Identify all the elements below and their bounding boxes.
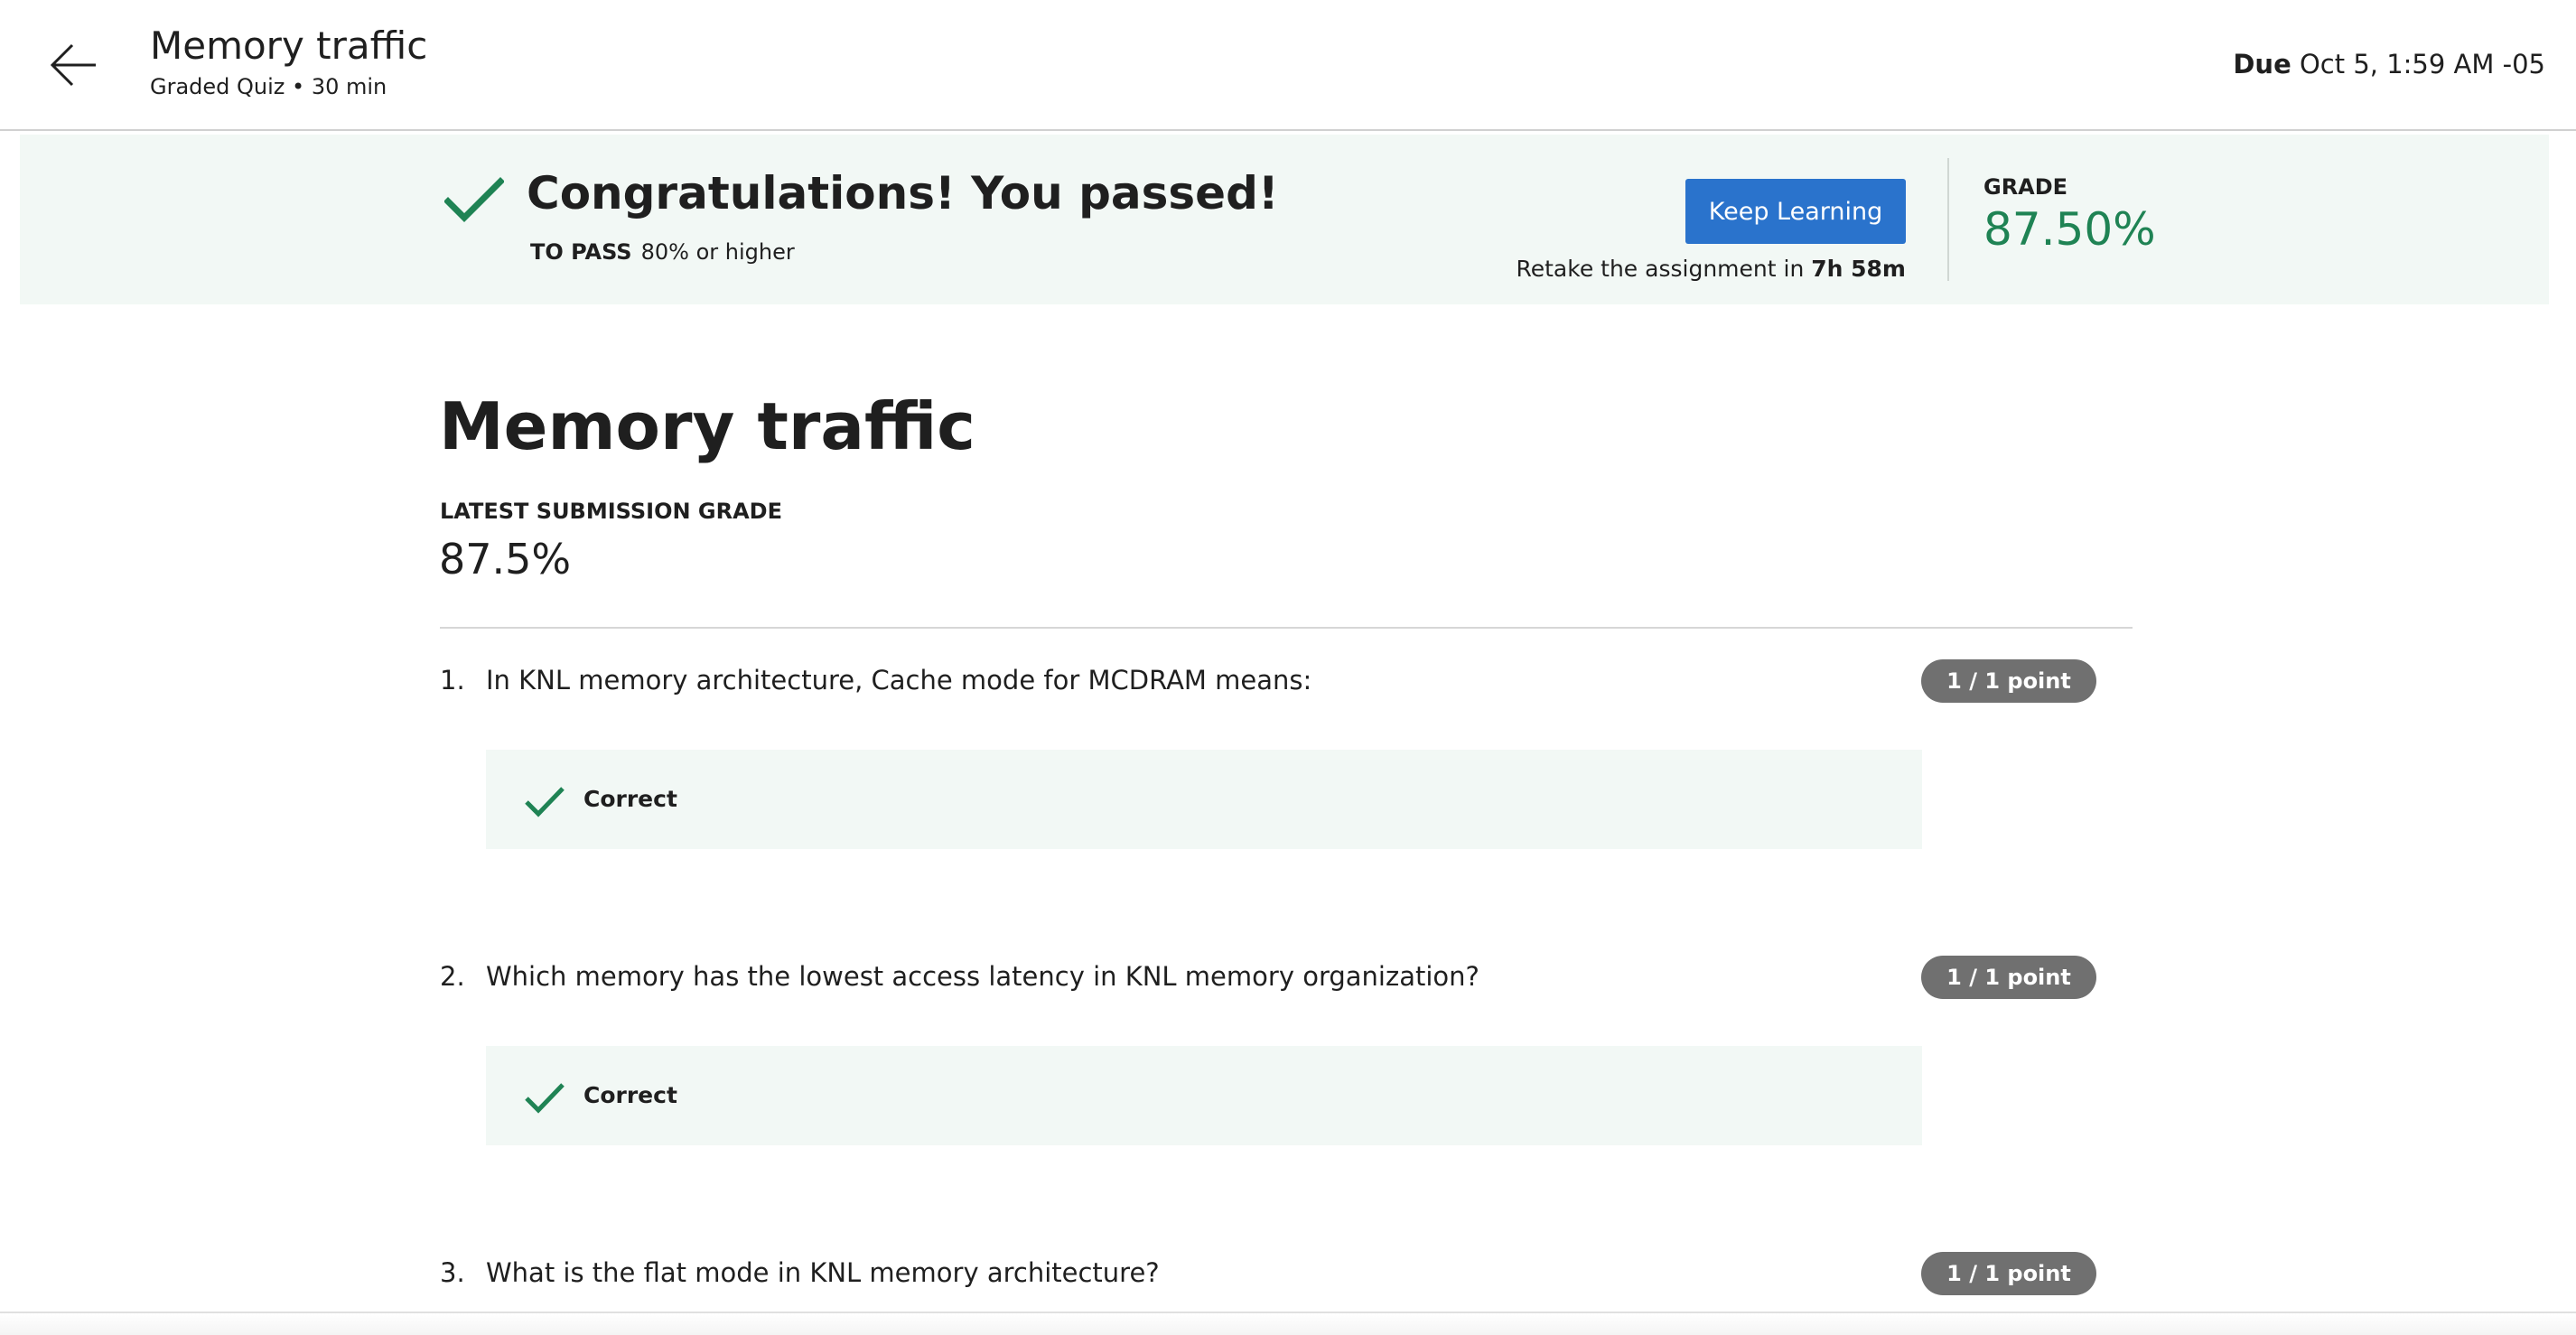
pass-banner: Congratulations! You passed! TO PASS 80% … <box>20 135 2549 304</box>
page-title: Memory traffic <box>439 388 975 464</box>
latest-submission-label: LATEST SUBMISSION GRADE <box>440 499 782 524</box>
due-date: Due Oct 5, 1:59 AM -05 <box>2233 49 2545 79</box>
due-value: Oct 5, 1:59 AM -05 <box>2299 49 2545 79</box>
question-number: 2. <box>440 961 465 992</box>
content-divider <box>440 627 2133 629</box>
retake-info: Retake the assignment in 7h 58m <box>1517 256 1907 282</box>
points-badge: 1 / 1 point <box>1921 659 2096 703</box>
header-subtitle: Graded Quiz • 30 min <box>150 74 387 99</box>
checkmark-icon <box>524 1080 565 1115</box>
feedback-correct: Correct <box>486 1046 1922 1145</box>
grade-value: 87.50% <box>1983 203 2156 256</box>
feedback-correct: Correct <box>486 750 1922 849</box>
top-header: Memory traffic Graded Quiz • 30 min Due … <box>0 0 2576 131</box>
scroll-edge <box>0 1312 2576 1335</box>
to-pass-value: 80% or higher <box>640 239 795 265</box>
to-pass-requirement: TO PASS 80% or higher <box>530 239 795 265</box>
retake-prefix: Retake the assignment in <box>1516 256 1805 282</box>
question-text: In KNL memory architecture, Cache mode f… <box>486 665 1312 696</box>
question-text: What is the flat mode in KNL memory arch… <box>486 1257 1160 1288</box>
pass-title: Congratulations! You passed! <box>527 167 1279 219</box>
to-pass-label: TO PASS <box>530 239 632 265</box>
points-badge: 1 / 1 point <box>1921 1252 2096 1295</box>
latest-submission-grade: 87.5% <box>439 535 572 583</box>
checkmark-icon <box>443 176 505 225</box>
banner-divider <box>1947 158 1949 281</box>
question-text: Which memory has the lowest access laten… <box>486 961 1479 992</box>
question-number: 3. <box>440 1257 465 1288</box>
checkmark-icon <box>524 784 565 818</box>
back-arrow-icon[interactable] <box>45 36 103 94</box>
grade-label: GRADE <box>1983 174 2068 200</box>
due-label: Due <box>2233 49 2291 79</box>
keep-learning-button[interactable]: Keep Learning <box>1685 179 1906 244</box>
feedback-label: Correct <box>583 1082 677 1108</box>
feedback-label: Correct <box>583 786 677 812</box>
points-badge: 1 / 1 point <box>1921 956 2096 999</box>
header-title: Memory traffic <box>150 23 428 68</box>
question-number: 1. <box>440 665 465 696</box>
retake-time: 7h 58m <box>1811 256 1906 282</box>
